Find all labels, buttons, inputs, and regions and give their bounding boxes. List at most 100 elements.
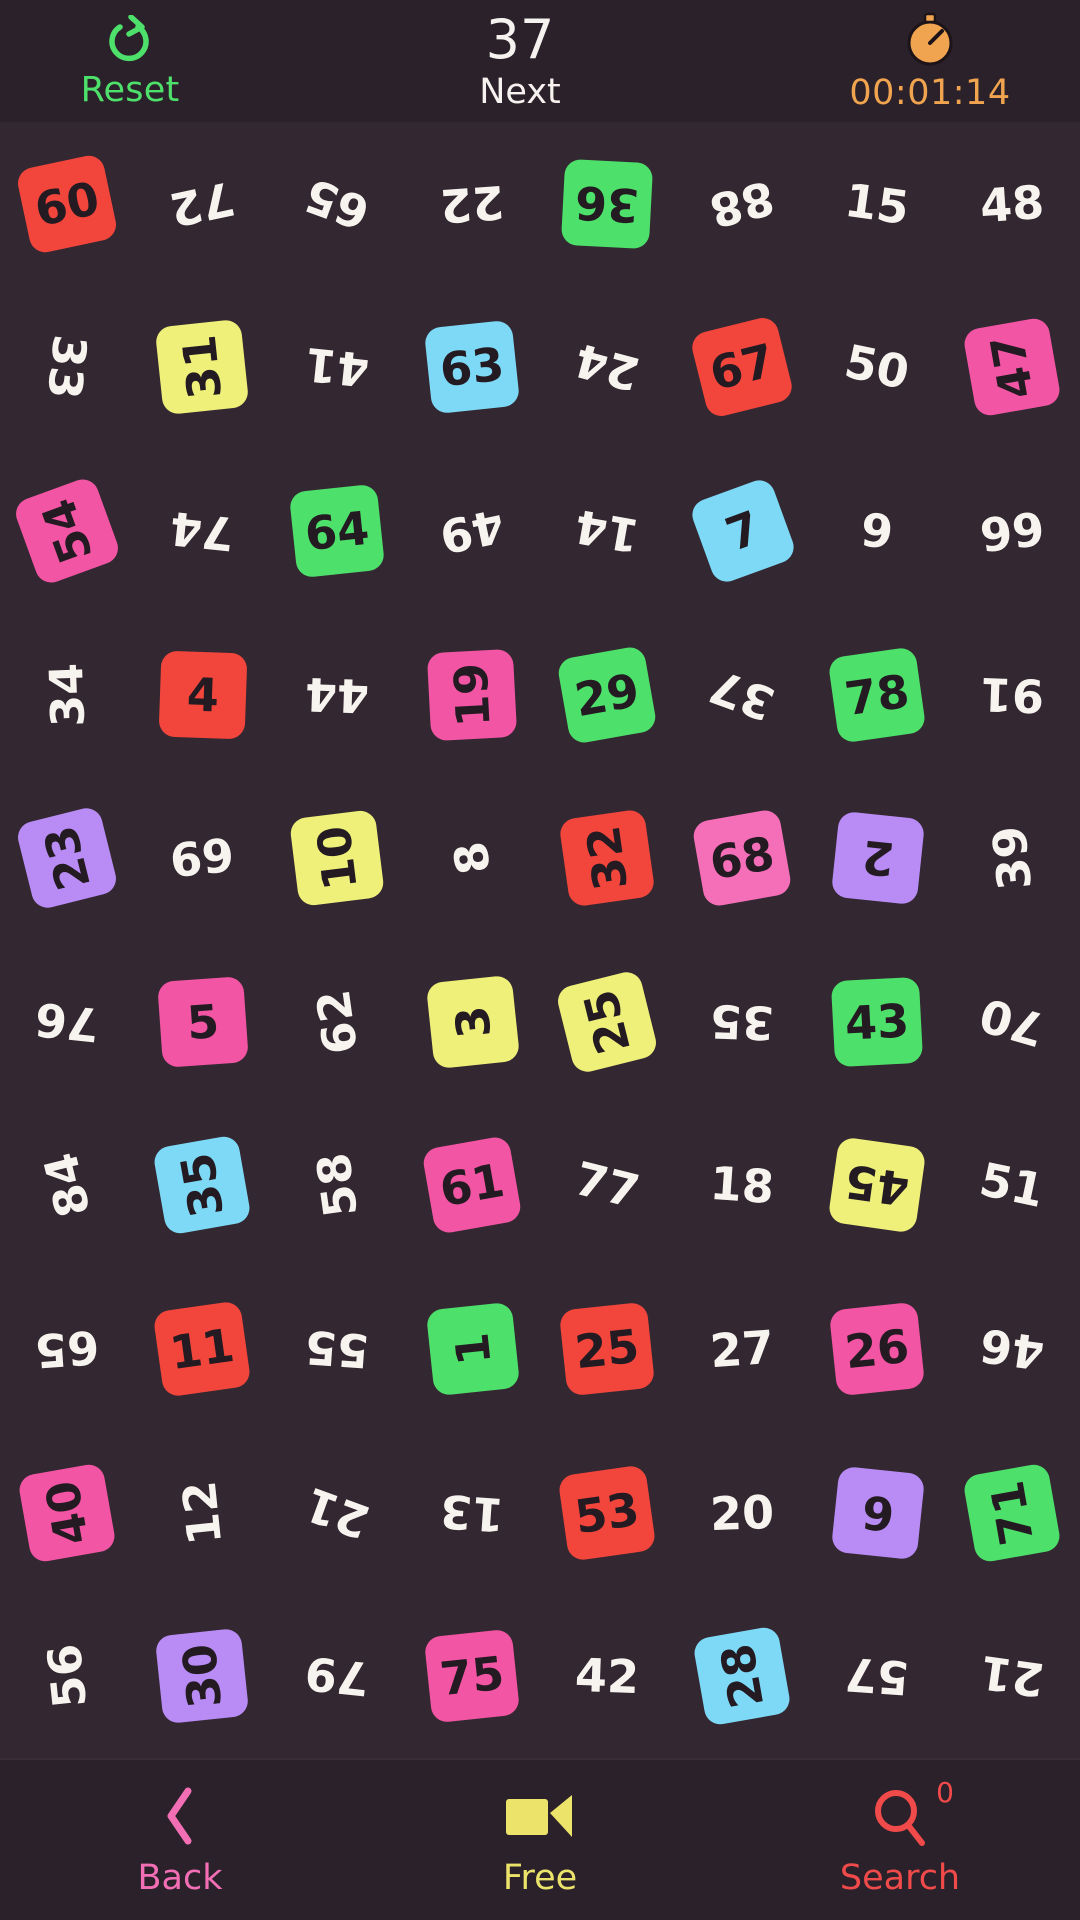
number-tile[interactable]: 26	[829, 1301, 926, 1397]
number-tile[interactable]: 67	[689, 315, 796, 420]
number-tile[interactable]: 91	[980, 666, 1046, 722]
number-tile[interactable]: 61	[421, 1135, 524, 1236]
number-tile[interactable]: 46	[977, 1318, 1048, 1380]
grid-cell: 32	[540, 776, 675, 940]
number-tile[interactable]: 34	[39, 662, 95, 728]
number-tile[interactable]: 39	[982, 824, 1042, 893]
number-tile[interactable]: 49	[436, 498, 510, 564]
back-button[interactable]: Back	[0, 1785, 360, 1896]
number-tile[interactable]: 33	[37, 333, 97, 402]
number-tile[interactable]: 48	[979, 175, 1047, 233]
number-tile[interactable]: 30	[155, 1627, 250, 1725]
number-tile[interactable]: 75	[424, 1628, 521, 1724]
number-tile[interactable]: 74	[168, 501, 237, 561]
number-tile[interactable]: 22	[439, 175, 507, 233]
number-board[interactable]: 60 72 65 22 36 88 15 48 33 31 41 63 24 67 50 47 54 74 64 49…	[0, 122, 1080, 1758]
number-tile[interactable]: 36	[561, 158, 654, 250]
next-number-value: 37	[485, 7, 555, 71]
number-tile[interactable]: 5	[156, 975, 249, 1068]
number-tile[interactable]: 68	[691, 808, 794, 909]
number-tile[interactable]: 55	[304, 1320, 372, 1378]
number-tile[interactable]: 60	[15, 152, 120, 256]
number-tile[interactable]: 58	[306, 1150, 368, 1221]
number-tile[interactable]: 8	[443, 838, 502, 879]
next-number-label: Next	[479, 71, 561, 112]
grid-cell: 9	[810, 449, 945, 613]
number-tile[interactable]: 20	[710, 1484, 776, 1540]
grid-cell: 15	[810, 122, 945, 286]
number-tile[interactable]: 9	[859, 502, 896, 559]
number-tile[interactable]: 41	[303, 337, 372, 397]
number-tile[interactable]: 28	[692, 1625, 793, 1727]
number-tile[interactable]: 84	[34, 1148, 102, 1223]
number-grid: 60 72 65 22 36 88 15 48 33 31 41 63 24 67 50 47 54 74 64 49…	[0, 122, 1080, 1758]
number-tile[interactable]: 18	[709, 1156, 777, 1214]
number-tile[interactable]: 37	[703, 658, 782, 731]
number-tile[interactable]: 44	[305, 666, 371, 722]
number-tile[interactable]: 42	[575, 1648, 641, 1704]
number-tile[interactable]: 40	[17, 1461, 118, 1564]
number-tile[interactable]: 71	[962, 1461, 1063, 1564]
number-tile[interactable]: 19	[427, 648, 518, 741]
number-tile[interactable]: 24	[570, 333, 646, 402]
number-tile[interactable]: 2	[830, 810, 925, 906]
number-tile[interactable]: 3	[425, 974, 520, 1070]
number-tile[interactable]: 10	[289, 809, 386, 908]
number-tile[interactable]: 88	[705, 170, 780, 238]
number-tile[interactable]: 4	[158, 650, 247, 740]
number-tile[interactable]: 57	[844, 1647, 912, 1705]
grid-cell: 14	[540, 449, 675, 613]
grid-cell: 3	[405, 940, 540, 1104]
number-tile[interactable]: 27	[709, 1320, 777, 1378]
number-tile[interactable]: 43	[831, 976, 924, 1068]
number-tile[interactable]: 7	[687, 475, 798, 587]
number-tile[interactable]: 72	[166, 171, 240, 237]
number-tile[interactable]: 78	[827, 645, 928, 744]
number-tile[interactable]: 65	[298, 167, 377, 240]
number-tile[interactable]: 66	[977, 500, 1047, 561]
number-tile[interactable]: 14	[571, 499, 643, 563]
number-tile[interactable]: 64	[289, 483, 386, 579]
bottom-bar: Back Free 0 Search	[0, 1758, 1080, 1920]
number-tile[interactable]: 25	[555, 968, 660, 1075]
number-tile[interactable]: 79	[303, 1646, 372, 1706]
number-tile[interactable]: 45	[827, 1136, 928, 1235]
number-tile[interactable]: 21	[977, 1645, 1048, 1707]
number-tile[interactable]: 35	[152, 1134, 253, 1237]
number-tile[interactable]: 76	[33, 992, 102, 1052]
number-tile[interactable]: 21	[298, 1476, 377, 1549]
number-tile[interactable]: 69	[168, 828, 237, 888]
number-tile[interactable]: 54	[12, 474, 123, 588]
grid-cell: 12	[135, 1431, 270, 1595]
number-tile[interactable]: 56	[37, 1642, 97, 1711]
number-tile[interactable]: 29	[556, 644, 659, 745]
grid-cell: 42	[540, 1594, 675, 1758]
number-tile[interactable]: 63	[424, 320, 521, 415]
number-tile[interactable]: 12	[172, 1478, 232, 1547]
grid-cell: 29	[540, 613, 675, 777]
search-button[interactable]: 0 Search	[720, 1778, 1080, 1896]
number-tile[interactable]: 50	[841, 334, 915, 400]
number-tile[interactable]: 31	[155, 319, 250, 416]
number-tile[interactable]: 35	[710, 994, 776, 1050]
number-tile[interactable]: 51	[976, 1152, 1050, 1218]
reset-button[interactable]: Reset	[0, 0, 260, 122]
number-tile[interactable]: 13	[439, 1483, 507, 1541]
free-button[interactable]: Free	[360, 1785, 720, 1896]
number-tile[interactable]: 11	[152, 1300, 253, 1398]
number-tile[interactable]: 53	[557, 1463, 658, 1562]
number-tile[interactable]: 65	[34, 1320, 102, 1378]
number-tile[interactable]: 25	[559, 1301, 656, 1397]
grid-cell: 33	[0, 286, 135, 450]
number-tile[interactable]: 1	[425, 1301, 520, 1397]
number-tile[interactable]: 77	[570, 1151, 645, 1219]
number-tile[interactable]: 32	[558, 808, 657, 908]
number-tile[interactable]: 70	[974, 987, 1050, 1057]
number-tile[interactable]: 6	[830, 1465, 925, 1560]
number-tile[interactable]: 47	[962, 316, 1063, 419]
number-tile[interactable]: 23	[15, 805, 120, 912]
grid-cell: 35	[135, 1104, 270, 1268]
grid-cell: 56	[0, 1594, 135, 1758]
number-tile[interactable]: 15	[842, 173, 913, 235]
number-tile[interactable]: 62	[306, 986, 368, 1057]
